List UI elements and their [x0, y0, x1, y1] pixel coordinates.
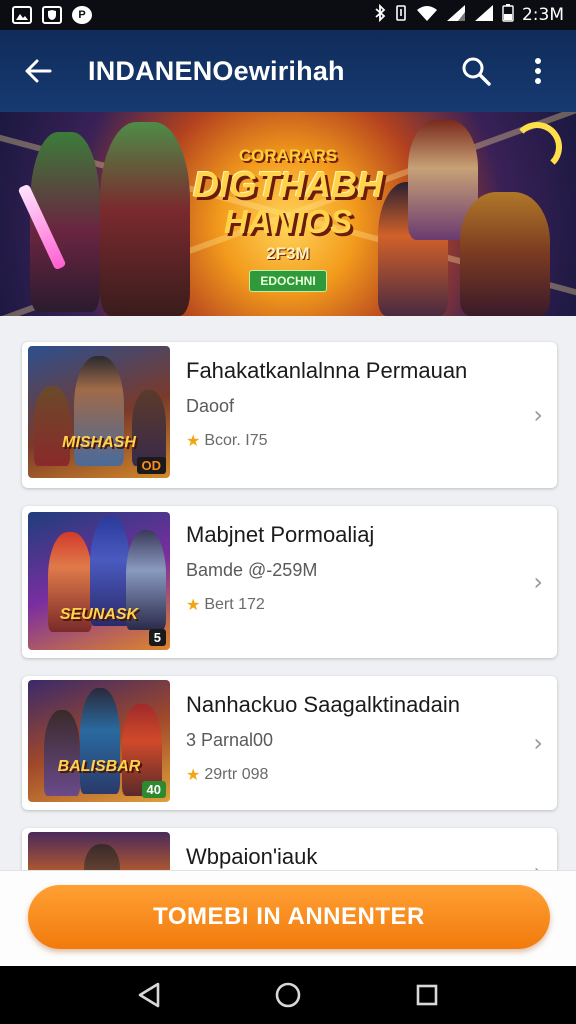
status-right-icons: 2:3M [374, 3, 564, 26]
game-thumbnail: BALISBAR 40 [28, 680, 170, 802]
thumb-corner-label: 5 [148, 629, 166, 646]
search-icon[interactable] [454, 49, 498, 93]
cta-container: TOMEBI IN ANNENTER [0, 870, 576, 966]
bluetooth-icon [374, 3, 386, 26]
thumb-hero-figure [44, 710, 80, 796]
image-icon [12, 6, 32, 24]
chevron-right-icon: › [533, 729, 543, 757]
rating-text: Bcor. I75 [204, 431, 268, 449]
primary-cta-button[interactable]: TOMEBI IN ANNENTER [28, 885, 550, 949]
star-icon: ★ [186, 431, 201, 450]
home-circle-icon[interactable] [263, 970, 313, 1020]
recents-square-icon[interactable] [402, 970, 452, 1020]
thumb-title: MISHASH [62, 434, 136, 451]
rating-text: 29rtr 098 [204, 765, 269, 783]
vibrate-icon [394, 4, 408, 26]
thumb-title: SEUNASK [59, 606, 139, 623]
status-time: 2:3M [521, 5, 564, 25]
game-thumbnail: SEUNASK 5 [28, 512, 170, 650]
star-icon: ★ [186, 765, 201, 784]
game-rating: ★ Bert 172 [186, 595, 557, 614]
hero-title-line1: CORARARS [238, 146, 338, 165]
app-bar: INDANENOewirihah [0, 30, 576, 112]
more-vert-icon[interactable] [516, 49, 560, 93]
hero-title-line4: 2F3M [266, 244, 310, 263]
hero-title-line2: DIGTHABH [193, 164, 383, 205]
app-actions [454, 49, 560, 93]
magic-swirl [512, 122, 562, 172]
hero-banner[interactable]: CORARARS DIGTHABH HANIOS 2F3M EDOCHNI [0, 112, 576, 316]
chevron-right-icon: › [533, 568, 543, 596]
game-info: Nanhackuo Saagalktinadain 3 Parnal00 ★ 2… [186, 676, 557, 784]
round-app-icon: P [72, 6, 92, 24]
game-name: Nanhackuo Saagalktinadain [186, 692, 460, 717]
thumb-hero-figure [80, 688, 120, 794]
back-arrow-icon[interactable] [16, 49, 60, 93]
signal-icon [474, 4, 494, 26]
system-nav-bar [0, 966, 576, 1024]
game-rating: ★ Bcor. I75 [186, 431, 557, 450]
status-bar: P 2:3M [0, 0, 576, 30]
game-thumbnail: MISHASH OD [28, 346, 170, 478]
back-triangle-icon[interactable] [124, 970, 174, 1020]
game-list: MISHASH OD Fahakatkanlalnna Permauan Dao… [22, 342, 557, 898]
wifi-icon [416, 4, 438, 26]
list-item[interactable]: MISHASH OD Fahakatkanlalnna Permauan Dao… [22, 342, 557, 488]
hero-character-masked [460, 192, 550, 316]
app-title: INDANENOewirihah [88, 55, 345, 86]
hero-title-block: CORARARS DIGTHABH HANIOS 2F3M EDOCHNI [188, 146, 388, 292]
list-item[interactable]: BALISBAR 40 Nanhackuo Saagalktinadain 3 … [22, 676, 557, 810]
game-subtitle: 3 Parnal00 [186, 730, 274, 750]
rating-text: Bert 172 [204, 595, 265, 613]
game-name: Wbpaion'iauk [186, 844, 318, 869]
list-item[interactable]: SEUNASK 5 Mabjnet Pormoaliaj Bamde @-259… [22, 506, 557, 658]
game-info: Mabjnet Pormoaliaj Bamde @-259M ★ Bert 1… [186, 506, 557, 614]
game-name: Mabjnet Pormoaliaj [186, 522, 375, 547]
game-info: Wbpaion'iauk [186, 828, 557, 870]
game-rating: ★ 29rtr 098 [186, 765, 557, 784]
hero-badge: EDOCHNI [249, 270, 327, 292]
game-subtitle: Daoof [186, 396, 235, 416]
thumb-side-figure [34, 386, 70, 466]
star-icon: ★ [186, 595, 201, 614]
shield-app-icon [42, 6, 62, 24]
battery-icon [502, 4, 514, 26]
hero-character-warrior [100, 122, 190, 316]
signal-icon [446, 4, 466, 26]
game-name: Fahakatkanlalnna Permauan [186, 358, 468, 383]
thumb-title: BALISBAR [57, 758, 141, 775]
chevron-right-icon: › [533, 401, 543, 429]
status-left-icons: P [12, 6, 92, 24]
game-info: Fahakatkanlalnna Permauan Daoof ★ Bcor. … [186, 342, 557, 450]
hero-title-line3: HANIOS [223, 203, 353, 240]
thumb-side-figure [132, 390, 166, 466]
thumb-corner-label: 40 [141, 781, 166, 798]
thumb-corner-label: OD [136, 457, 166, 474]
game-subtitle: Bamde @-259M [186, 560, 318, 580]
